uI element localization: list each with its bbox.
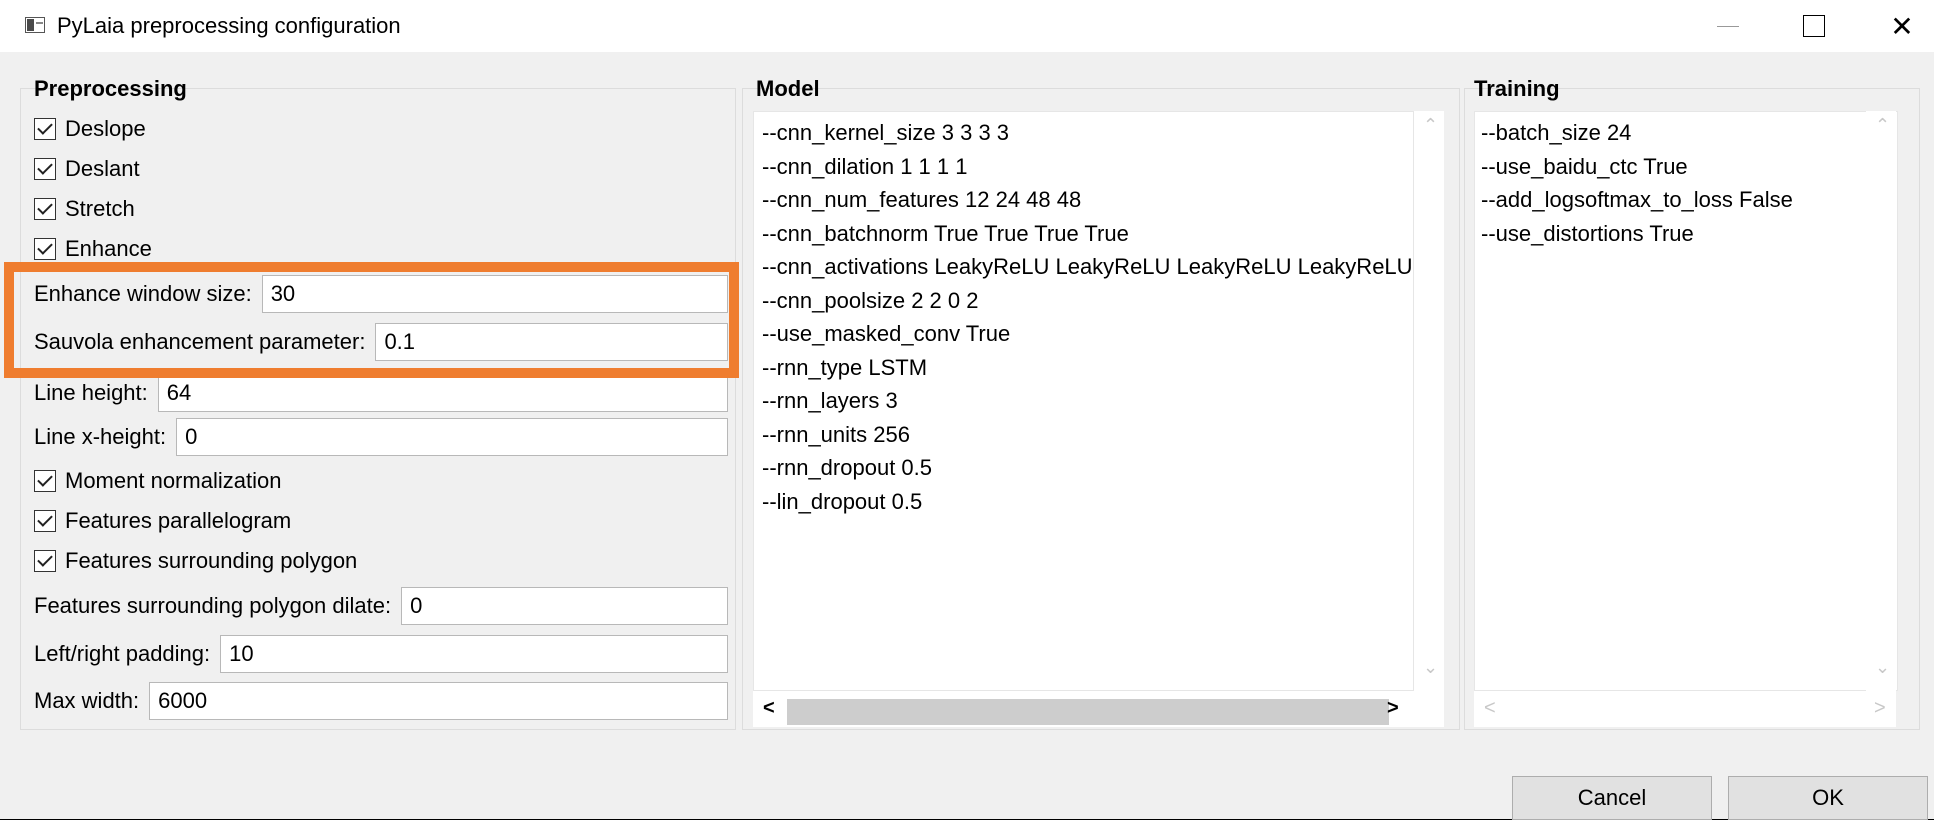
checkbox-checked-icon[interactable] xyxy=(34,198,56,220)
list-item[interactable]: --cnn_kernel_size 3 3 3 3 xyxy=(762,116,1413,150)
checkbox-checked-icon[interactable] xyxy=(34,238,56,260)
scroll-left-icon[interactable]: < xyxy=(763,697,775,720)
padding-label: Left/right padding: xyxy=(34,641,211,666)
scroll-down-icon[interactable]: ⌄ xyxy=(1875,657,1890,678)
stretch-label: Stretch xyxy=(65,196,135,221)
title-bar: PyLaia preprocessing configuration ✕ xyxy=(0,0,1934,52)
features-surrounding-polygon-checkbox[interactable]: Features surrounding polygon xyxy=(34,546,357,576)
preprocessing-title: Preprocessing xyxy=(34,76,187,101)
polygon-dilate-input[interactable] xyxy=(401,587,728,625)
list-item[interactable]: --cnn_batchnorm True True True True xyxy=(762,217,1413,251)
list-item[interactable]: --use_baidu_ctc True xyxy=(1481,150,1897,184)
enhance-label: Enhance xyxy=(65,236,152,261)
preprocessing-config-dialog: PyLaia preprocessing configuration ✕ Pre… xyxy=(0,0,1934,820)
checkbox-checked-icon[interactable] xyxy=(34,158,56,180)
scroll-up-icon[interactable]: ⌃ xyxy=(1875,115,1890,136)
polygon-dilate-row: Features surrounding polygon dilate: xyxy=(34,587,728,625)
padding-input[interactable] xyxy=(220,635,728,673)
scroll-down-icon[interactable]: ⌄ xyxy=(1423,657,1438,678)
scroll-up-icon[interactable]: ⌃ xyxy=(1423,115,1438,136)
line-height-row: Line height: xyxy=(34,374,728,412)
list-item[interactable]: --batch_size 24 xyxy=(1481,116,1897,150)
deslope-label: Deslope xyxy=(65,116,146,141)
deslant-label: Deslant xyxy=(65,156,140,181)
checkbox-checked-icon[interactable] xyxy=(34,118,56,140)
training-args-list[interactable]: --batch_size 24 --use_baidu_ctc True --a… xyxy=(1474,111,1898,691)
list-item[interactable]: --lin_dropout 0.5 xyxy=(762,485,1413,519)
list-item[interactable]: --use_distortions True xyxy=(1481,217,1897,251)
list-item[interactable]: --rnn_layers 3 xyxy=(762,384,1413,418)
scroll-left-icon[interactable]: < xyxy=(1484,697,1496,720)
scroll-right-icon[interactable]: > xyxy=(1387,697,1399,720)
stretch-checkbox[interactable]: Stretch xyxy=(34,194,135,224)
training-title: Training xyxy=(1474,76,1560,101)
polygon-dilate-label: Features surrounding polygon dilate: xyxy=(34,593,392,618)
max-width-label: Max width: xyxy=(34,688,140,713)
checkbox-checked-icon[interactable] xyxy=(34,510,56,532)
features-parallelogram-checkbox[interactable]: Features parallelogram xyxy=(34,506,291,536)
app-window-icon xyxy=(25,17,45,33)
highlight-box xyxy=(4,262,739,378)
window-title: PyLaia preprocessing configuration xyxy=(57,13,401,38)
scroll-right-icon[interactable]: > xyxy=(1874,697,1886,720)
deslant-checkbox[interactable]: Deslant xyxy=(34,154,140,184)
max-width-row: Max width: xyxy=(34,682,728,720)
training-vertical-scrollbar[interactable]: ⌃ ⌄ xyxy=(1866,111,1896,691)
line-xheight-input[interactable] xyxy=(176,418,728,456)
cancel-button[interactable]: Cancel xyxy=(1512,776,1712,820)
checkbox-checked-icon[interactable] xyxy=(34,470,56,492)
model-args-list[interactable]: --cnn_kernel_size 3 3 3 3 --cnn_dilation… xyxy=(753,111,1414,691)
minimize-button[interactable] xyxy=(1688,0,1768,52)
features-surrounding-polygon-label: Features surrounding polygon xyxy=(65,548,358,573)
moment-normalization-checkbox[interactable]: Moment normalization xyxy=(34,466,281,496)
model-horizontal-scrollbar[interactable]: < > xyxy=(753,691,1444,727)
maximize-button[interactable] xyxy=(1774,0,1854,52)
close-button[interactable]: ✕ xyxy=(1862,0,1934,52)
training-horizontal-scrollbar[interactable]: < > xyxy=(1474,691,1896,727)
list-item[interactable]: --cnn_activations LeakyReLU LeakyReLU Le… xyxy=(762,250,1413,284)
features-parallelogram-label: Features parallelogram xyxy=(65,508,292,533)
max-width-input[interactable] xyxy=(149,682,728,720)
line-height-label: Line height: xyxy=(34,380,148,405)
list-item[interactable]: --rnn_units 256 xyxy=(762,418,1413,452)
list-item[interactable]: --cnn_num_features 12 24 48 48 xyxy=(762,183,1413,217)
checkbox-checked-icon[interactable] xyxy=(34,550,56,572)
list-item[interactable]: --add_logsoftmax_to_loss False xyxy=(1481,183,1897,217)
line-xheight-label: Line x-height: xyxy=(34,424,167,449)
model-title: Model xyxy=(756,76,820,101)
line-xheight-row: Line x-height: xyxy=(34,418,728,456)
list-item[interactable]: --rnn_type LSTM xyxy=(762,351,1413,385)
deslope-checkbox[interactable]: Deslope xyxy=(34,114,146,144)
list-item[interactable]: --use_masked_conv True xyxy=(762,317,1413,351)
list-item[interactable]: --cnn_poolsize 2 2 0 2 xyxy=(762,284,1413,318)
enhance-checkbox[interactable]: Enhance xyxy=(34,234,152,264)
moment-normalization-label: Moment normalization xyxy=(65,468,282,493)
line-height-input[interactable] xyxy=(157,374,728,412)
model-vertical-scrollbar[interactable]: ⌃ ⌄ xyxy=(1414,111,1444,691)
list-item[interactable]: --cnn_dilation 1 1 1 1 xyxy=(762,150,1413,184)
horizontal-scroll-thumb[interactable] xyxy=(787,699,1389,725)
list-item[interactable]: --rnn_dropout 0.5 xyxy=(762,451,1413,485)
ok-button[interactable]: OK xyxy=(1728,776,1928,820)
padding-row: Left/right padding: xyxy=(34,635,728,673)
